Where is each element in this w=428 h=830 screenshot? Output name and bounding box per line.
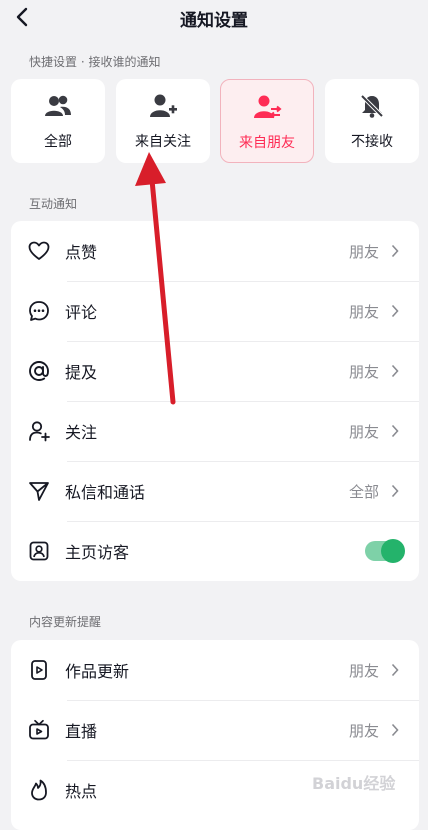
- profile-icon: [27, 539, 51, 563]
- row-label: 评论: [65, 303, 98, 322]
- row-label: 私信和通话: [65, 483, 146, 502]
- quick-option-label: 来自关注: [135, 134, 191, 150]
- user-plus-icon: [148, 91, 178, 121]
- row-value: 朋友: [348, 721, 379, 740]
- profile-visitors-toggle[interactable]: [365, 539, 405, 563]
- chevron-right-icon: [389, 424, 401, 438]
- watermark: Baidu经验: [312, 774, 396, 793]
- heart-icon: [27, 239, 51, 263]
- toggle-knob: [381, 539, 405, 563]
- chevron-right-icon: [389, 484, 401, 498]
- at-icon: [27, 359, 51, 383]
- content-updates-card: 作品更新 朋友 直播 朋友 热点: [11, 640, 419, 830]
- row-label: 主页访客: [65, 543, 130, 562]
- quick-option-following[interactable]: 来自关注: [116, 79, 210, 163]
- bell-off-icon: [357, 91, 387, 121]
- live-tv-icon: [27, 718, 51, 742]
- quick-option-friends[interactable]: 来自朋友: [220, 79, 314, 163]
- quick-option-all[interactable]: 全部: [11, 79, 105, 163]
- row-value: 朋友: [348, 302, 379, 321]
- row-live[interactable]: 直播 朋友: [11, 700, 419, 760]
- users-icon: [43, 91, 73, 121]
- interaction-section-label: 互动通知: [29, 197, 78, 211]
- row-likes[interactable]: 点赞 朋友: [11, 221, 419, 281]
- row-work-updates[interactable]: 作品更新 朋友: [11, 640, 419, 700]
- row-value: 朋友: [348, 661, 379, 680]
- row-mentions[interactable]: 提及 朋友: [11, 341, 419, 401]
- content-updates-section-label: 内容更新提醒: [29, 615, 102, 629]
- user-swap-icon: [252, 92, 282, 122]
- chevron-right-icon: [389, 244, 401, 258]
- row-value: 朋友: [348, 422, 379, 441]
- comment-icon: [27, 299, 51, 323]
- user-plus-icon: [27, 419, 51, 443]
- quick-option-label: 全部: [44, 134, 72, 150]
- quick-option-label: 不接收: [351, 134, 393, 150]
- interaction-card: 点赞 朋友 评论 朋友 提及 朋友 关注 朋友 私信和通话 全部 主页访客: [11, 221, 419, 581]
- chevron-right-icon: [389, 663, 401, 677]
- row-comments[interactable]: 评论 朋友: [11, 281, 419, 341]
- video-icon: [27, 658, 51, 682]
- quick-option-label: 来自朋友: [239, 135, 295, 151]
- row-profile-visitors: 主页访客: [11, 521, 419, 581]
- page-title: 通知设置: [180, 11, 248, 31]
- row-value: 全部: [348, 482, 379, 501]
- row-follows[interactable]: 关注 朋友: [11, 401, 419, 461]
- row-label: 作品更新: [65, 662, 130, 681]
- header: 通知设置: [0, 0, 428, 34]
- row-label: 关注: [65, 423, 98, 442]
- quick-settings-label: 快捷设置 · 接收谁的通知: [29, 55, 161, 69]
- send-icon: [27, 479, 51, 503]
- chevron-right-icon: [389, 304, 401, 318]
- row-label: 点赞: [65, 243, 98, 262]
- chevron-right-icon: [389, 723, 401, 737]
- flame-icon: [27, 778, 51, 802]
- row-messages-calls[interactable]: 私信和通话 全部: [11, 461, 419, 521]
- row-value: 朋友: [348, 242, 379, 261]
- row-label: 提及: [65, 363, 98, 382]
- quick-option-none[interactable]: 不接收: [325, 79, 419, 163]
- row-label: 热点: [65, 782, 98, 801]
- row-value: 朋友: [348, 362, 379, 381]
- chevron-right-icon: [389, 364, 401, 378]
- row-label: 直播: [65, 722, 98, 741]
